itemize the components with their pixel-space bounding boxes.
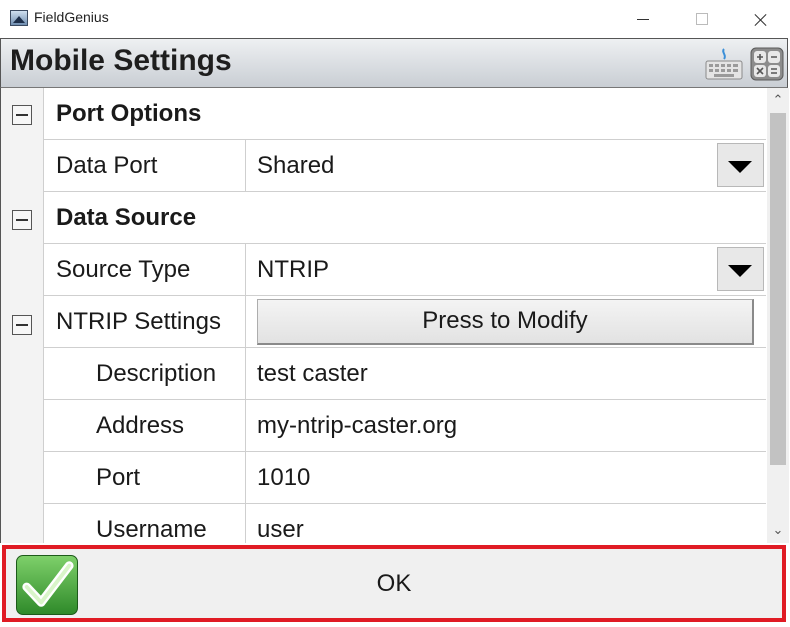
section-title: Data Source	[56, 204, 197, 231]
address-row[interactable]: Address my-ntrip-caster.org	[44, 400, 766, 452]
row-label: Source Type	[56, 256, 191, 283]
description-row[interactable]: Description test caster	[44, 348, 766, 400]
data-port-dropdown-button[interactable]	[717, 143, 764, 187]
description-field[interactable]: test caster	[257, 360, 368, 388]
title-bar: FieldGenius	[0, 0, 790, 38]
minimize-button[interactable]	[620, 4, 666, 34]
app-icon	[10, 10, 28, 26]
collapse-port-options-icon[interactable]	[12, 105, 32, 125]
ok-label: OK	[376, 570, 412, 597]
page-header: Mobile Settings	[0, 38, 788, 88]
source-type-value[interactable]: NTRIP	[257, 256, 329, 284]
section-title: Port Options	[56, 100, 202, 127]
section-header-port-options: Port Options	[44, 88, 766, 140]
row-label: Data Port	[56, 152, 158, 179]
footer: OK	[0, 543, 790, 627]
press-to-modify-button[interactable]: Press to Modify	[257, 299, 754, 345]
row-label: NTRIP Settings	[56, 308, 221, 335]
address-field[interactable]: my-ntrip-caster.org	[257, 412, 457, 440]
keyboard-icon[interactable]	[705, 47, 743, 81]
vertical-scrollbar[interactable]: ⌃ ⌄	[767, 88, 789, 543]
source-type-dropdown-button[interactable]	[717, 247, 764, 291]
row-label: Port	[96, 464, 141, 491]
maximize-button[interactable]	[678, 4, 724, 34]
source-type-row[interactable]: Source Type NTRIP	[44, 244, 766, 296]
username-row[interactable]: Username user	[44, 504, 766, 543]
collapse-ntrip-settings-icon[interactable]	[12, 315, 32, 335]
page-title: Mobile Settings	[10, 44, 232, 77]
row-label: Description	[96, 360, 217, 387]
ntrip-settings-row: NTRIP Settings Press to Modify	[44, 296, 766, 348]
scroll-up-arrow-icon[interactable]: ⌃	[767, 92, 789, 110]
row-label: Username	[96, 516, 207, 543]
username-field[interactable]: user	[257, 516, 304, 543]
calculator-icon[interactable]	[750, 47, 784, 81]
close-button[interactable]	[737, 4, 783, 34]
settings-list: Port Options Data Port Shared Data Sourc…	[0, 88, 790, 543]
data-port-row[interactable]: Data Port Shared	[44, 140, 766, 192]
scroll-thumb[interactable]	[770, 113, 786, 465]
data-port-value[interactable]: Shared	[257, 152, 334, 180]
section-header-data-source: Data Source	[44, 192, 766, 244]
app-title: FieldGenius	[34, 9, 109, 25]
port-field[interactable]: 1010	[257, 464, 310, 492]
collapse-data-source-icon[interactable]	[12, 210, 32, 230]
row-label: Address	[96, 412, 185, 439]
port-row[interactable]: Port 1010	[44, 452, 766, 504]
ok-button[interactable]: OK	[2, 545, 786, 622]
scroll-down-arrow-icon[interactable]: ⌄	[767, 522, 789, 540]
